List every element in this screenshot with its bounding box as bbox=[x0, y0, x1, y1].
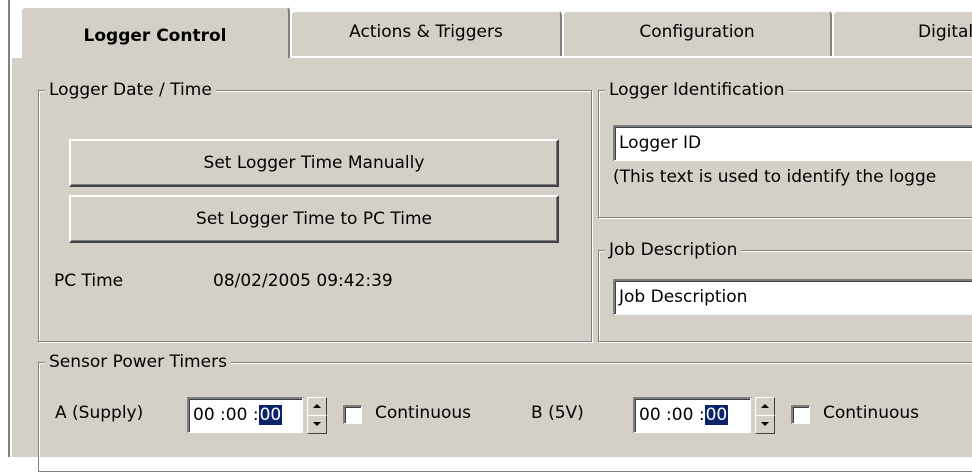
timer-b-input[interactable]: 00 :00 :00 bbox=[633, 397, 751, 433]
timer-b-label: B (5V) bbox=[531, 403, 584, 423]
timer-b-continuous-checkbox[interactable] bbox=[791, 405, 810, 424]
logger-identification-group: Logger Identification Logger ID (This te… bbox=[598, 79, 972, 218]
job-description-input[interactable]: Job Description bbox=[613, 279, 972, 315]
timer-a-minutes[interactable]: 00 bbox=[226, 405, 248, 425]
timer-b-minutes[interactable]: 00 bbox=[672, 405, 694, 425]
group-title: Logger Date / Time bbox=[45, 79, 216, 101]
pc-time-label: PC Time bbox=[54, 271, 124, 291]
logger-datetime-group: Logger Date / Time Set Logger Time Manua… bbox=[38, 79, 592, 342]
timer-a-hours[interactable]: 00 bbox=[193, 405, 215, 425]
arrow-up-icon bbox=[313, 404, 321, 408]
pc-time-value: 08/02/2005 09:42:39 bbox=[213, 271, 393, 291]
arrow-down-icon bbox=[761, 422, 769, 426]
set-logger-time-to-pc-button[interactable]: Set Logger Time to PC Time bbox=[69, 195, 559, 243]
tab-configuration[interactable]: Configuration bbox=[562, 10, 832, 56]
logger-id-input[interactable]: Logger ID bbox=[613, 125, 972, 161]
tab-digital[interactable]: Digital/ bbox=[832, 10, 972, 56]
tab-actions-triggers[interactable]: Actions & Triggers bbox=[290, 10, 562, 56]
tab-panel: Logger Date / Time Set Logger Time Manua… bbox=[10, 56, 972, 472]
timer-b-continuous-label: Continuous bbox=[823, 403, 920, 423]
timer-a-label: A (Supply) bbox=[55, 403, 144, 423]
set-logger-time-manually-button[interactable]: Set Logger Time Manually bbox=[69, 139, 559, 187]
group-title: Logger Identification bbox=[605, 79, 789, 101]
timer-a-continuous-label: Continuous bbox=[375, 403, 472, 423]
timer-a-seconds[interactable]: 00 bbox=[258, 405, 283, 425]
timer-a-continuous-checkbox[interactable] bbox=[343, 405, 362, 424]
logger-id-hint: (This text is used to identify the logge bbox=[613, 167, 937, 187]
spin-up-button[interactable] bbox=[755, 397, 775, 416]
timer-a-spinner[interactable] bbox=[307, 397, 327, 434]
tab-logger-control[interactable]: Logger Control bbox=[20, 6, 290, 58]
spin-up-button[interactable] bbox=[307, 397, 327, 416]
job-description-group: Job Description Job Description bbox=[598, 239, 972, 342]
tab-label: Configuration bbox=[639, 22, 755, 42]
timer-a-input[interactable]: 00 :00 :00 bbox=[187, 397, 303, 433]
spin-down-button[interactable] bbox=[755, 415, 775, 434]
group-title: Sensor Power Timers bbox=[45, 351, 231, 373]
group-title: Job Description bbox=[605, 239, 742, 261]
timer-b-hours[interactable]: 00 bbox=[639, 405, 661, 425]
tab-label: Logger Control bbox=[83, 26, 227, 46]
tab-label: Digital/ bbox=[918, 22, 972, 42]
timer-b-spinner[interactable] bbox=[755, 397, 775, 434]
sensor-power-timers-group: Sensor Power Timers A (Supply) 00 :00 :0… bbox=[38, 351, 972, 472]
arrow-down-icon bbox=[313, 422, 321, 426]
timer-b-seconds[interactable]: 00 bbox=[704, 405, 729, 425]
arrow-up-icon bbox=[761, 404, 769, 408]
spin-down-button[interactable] bbox=[307, 415, 327, 434]
tab-label: Actions & Triggers bbox=[349, 22, 503, 42]
